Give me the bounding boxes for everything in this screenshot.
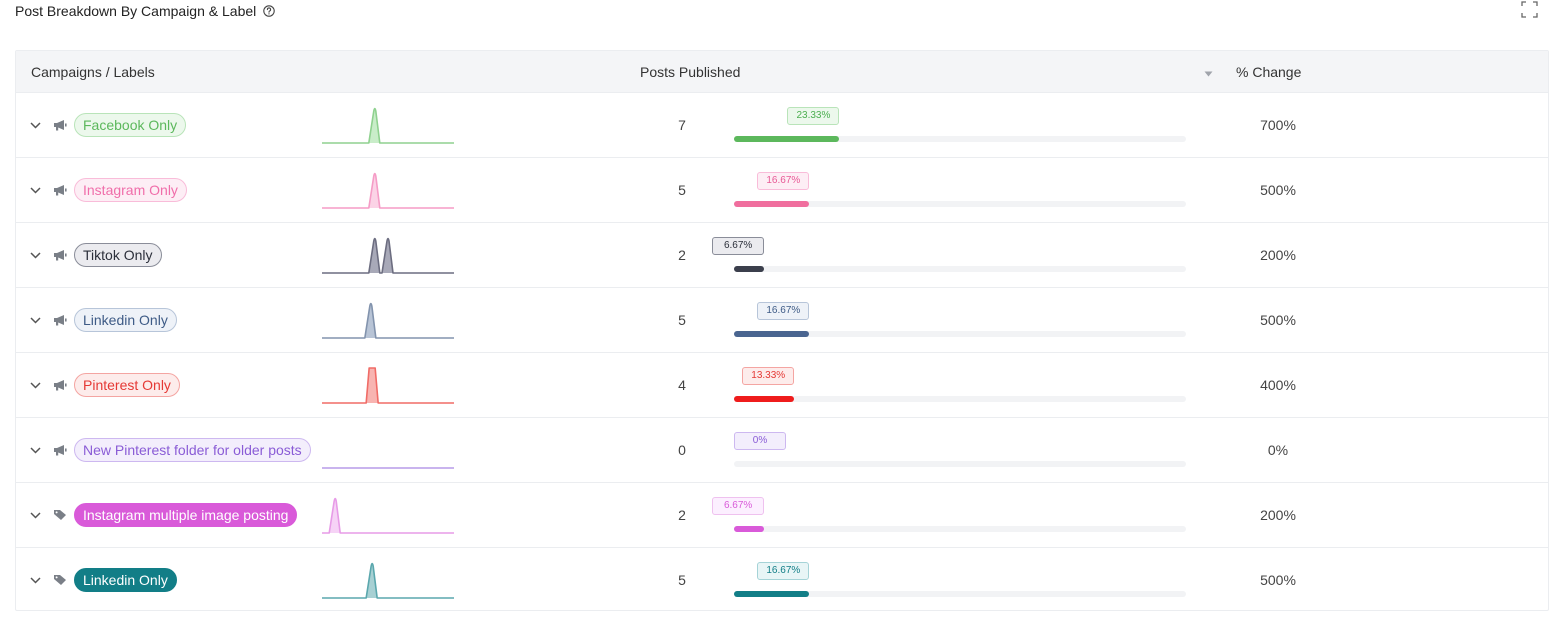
percent-change: 200% (1260, 247, 1296, 263)
table-header: Campaigns / Labels Posts Published % Cha… (16, 51, 1548, 93)
table-row: Facebook Only 7 23.33% 700% (16, 93, 1548, 158)
sparkline-line (322, 367, 454, 404)
table-row: Tiktok Only 2 6.67% 200% (16, 223, 1548, 288)
campaign-label-pill[interactable]: Pinterest Only (74, 373, 180, 397)
share-badge: 23.33% (787, 107, 840, 125)
campaign-label-pill[interactable]: Instagram multiple image posting (74, 503, 298, 527)
share-badge: 6.67% (712, 237, 765, 255)
sparkline-line (322, 562, 454, 599)
share-progress-track (734, 331, 1186, 337)
sparkline-line (322, 172, 454, 209)
share-badge: 16.67% (757, 562, 810, 580)
sparkline-line (322, 302, 454, 339)
chevron-down-icon[interactable] (30, 187, 41, 194)
share-progress-fill (734, 266, 765, 272)
table-row: Linkedin Only 5 16.67% 500% (16, 548, 1548, 610)
chevron-down-icon[interactable] (30, 512, 41, 519)
share-badge: 13.33% (742, 367, 795, 385)
percent-change: 500% (1260, 572, 1296, 588)
share-badge: 16.67% (757, 172, 810, 190)
chevron-down-icon[interactable] (30, 252, 41, 259)
share-progress-track (734, 591, 1186, 597)
share-progress-track (734, 201, 1186, 207)
share-badge: 0% (734, 432, 786, 450)
share-progress-track (734, 396, 1186, 402)
percent-change: 0% (1267, 442, 1289, 458)
megaphone-icon (54, 120, 67, 131)
share-progress-track (734, 526, 1186, 532)
campaign-label-pill[interactable]: Facebook Only (74, 113, 187, 137)
column-header-posts-published[interactable]: Posts Published (640, 51, 740, 93)
table-row: New Pinterest folder for older posts 0 0% 0… (16, 418, 1548, 483)
megaphone-icon (54, 250, 67, 261)
campaign-label-pill[interactable]: Linkedin Only (74, 308, 177, 332)
sparkline-chart (322, 562, 454, 599)
column-header-campaigns[interactable]: Campaigns / Labels (31, 51, 155, 93)
posts-count: 2 (678, 507, 686, 523)
sparkline-line (322, 497, 454, 534)
posts-count: 5 (678, 312, 686, 328)
widget-header: Post Breakdown By Campaign & Label (15, 2, 275, 20)
megaphone-icon (54, 315, 67, 326)
sparkline-chart (322, 497, 454, 534)
chevron-down-icon[interactable] (30, 447, 41, 454)
share-progress-fill (734, 201, 810, 207)
share-progress-fill (734, 331, 810, 337)
campaign-label-pill[interactable]: Instagram Only (74, 178, 187, 202)
campaign-breakdown-table: Campaigns / Labels Posts Published % Cha… (15, 50, 1549, 611)
sparkline-chart (322, 367, 454, 404)
caret-down-icon[interactable] (1204, 71, 1213, 77)
sparkline-chart (322, 467, 454, 469)
table-row: Instagram multiple image posting 2 6.67% 20… (16, 483, 1548, 548)
share-badge: 6.67% (712, 497, 765, 515)
sparkline-chart (322, 302, 454, 339)
sparkline-chart (322, 237, 454, 274)
share-progress-track (734, 461, 1186, 467)
chevron-down-icon[interactable] (30, 577, 41, 584)
tag-icon (54, 575, 66, 585)
percent-change: 500% (1260, 182, 1296, 198)
chevron-down-icon[interactable] (30, 122, 41, 129)
fullscreen-icon[interactable] (1521, 1, 1538, 18)
question-circle-icon[interactable] (263, 5, 275, 17)
sparkline-chart (322, 172, 454, 209)
tag-icon (54, 510, 66, 520)
posts-count: 7 (678, 117, 686, 133)
campaign-label-pill[interactable]: Tiktok Only (74, 243, 162, 267)
share-progress-fill (734, 591, 810, 597)
column-header-percent-change[interactable]: % Change (1236, 51, 1301, 93)
percent-change: 500% (1260, 312, 1296, 328)
table-row: Linkedin Only 5 16.67% 500% (16, 288, 1548, 353)
percent-change: 400% (1260, 377, 1296, 393)
share-progress-track (734, 266, 1186, 272)
posts-count: 0 (678, 442, 686, 458)
percent-change: 700% (1260, 117, 1296, 133)
share-progress-track (734, 136, 1186, 142)
posts-count: 4 (678, 377, 686, 393)
table-row: Instagram Only 5 16.67% 500% (16, 158, 1548, 223)
widget-title: Post Breakdown By Campaign & Label (15, 3, 257, 19)
megaphone-icon (54, 380, 67, 391)
share-progress-fill (734, 396, 795, 402)
megaphone-icon (54, 445, 67, 456)
campaign-label-pill[interactable]: Linkedin Only (74, 568, 177, 592)
sparkline-chart (322, 107, 454, 144)
posts-count: 5 (678, 182, 686, 198)
posts-count: 2 (678, 247, 686, 263)
table-row: Pinterest Only 4 13.33% 400% (16, 353, 1548, 418)
percent-change: 200% (1260, 507, 1296, 523)
share-badge: 16.67% (757, 302, 810, 320)
chevron-down-icon[interactable] (30, 317, 41, 324)
posts-count: 5 (678, 572, 686, 588)
chevron-down-icon[interactable] (30, 382, 41, 389)
sparkline-line (322, 107, 454, 144)
megaphone-icon (54, 185, 67, 196)
campaign-label-pill[interactable]: New Pinterest folder for older posts (74, 438, 311, 462)
share-progress-fill (734, 526, 765, 532)
share-progress-fill (734, 136, 840, 142)
